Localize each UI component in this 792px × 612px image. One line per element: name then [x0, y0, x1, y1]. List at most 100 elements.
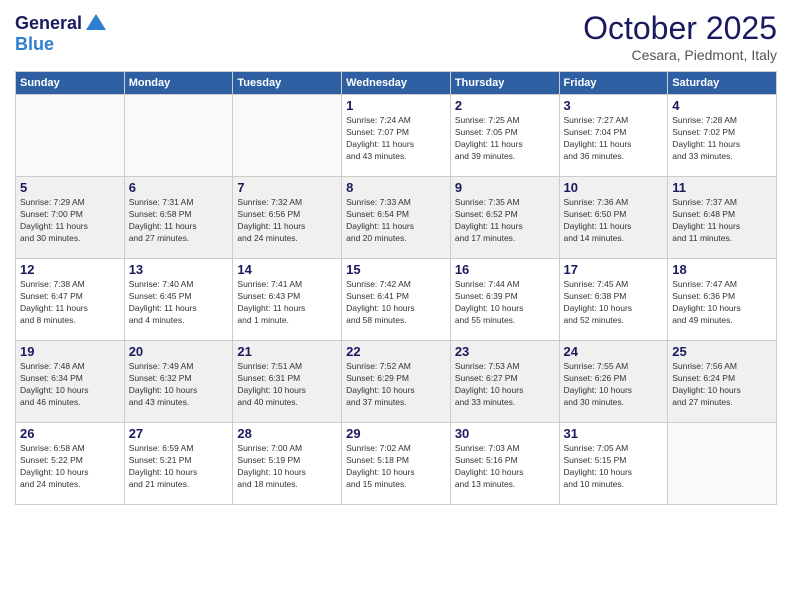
day-info: Sunrise: 7:45 AMSunset: 6:38 PMDaylight:… [564, 279, 664, 327]
day-number: 1 [346, 98, 446, 113]
calendar-header-row: Sunday Monday Tuesday Wednesday Thursday… [16, 72, 777, 95]
day-number: 12 [20, 262, 120, 277]
day-number: 7 [237, 180, 337, 195]
day-number: 2 [455, 98, 555, 113]
logo-text: General [15, 14, 82, 34]
calendar-table: Sunday Monday Tuesday Wednesday Thursday… [15, 71, 777, 505]
day-info: Sunrise: 7:44 AMSunset: 6:39 PMDaylight:… [455, 279, 555, 327]
day-number: 27 [129, 426, 229, 441]
day-info: Sunrise: 7:33 AMSunset: 6:54 PMDaylight:… [346, 197, 446, 245]
table-row: 15 Sunrise: 7:42 AMSunset: 6:41 PMDayligh… [342, 259, 451, 341]
table-row: 5Sunrise: 7:29 AMSunset: 7:00 PMDaylight… [16, 177, 125, 259]
table-row: 11 Sunrise: 7:37 AMSunset: 6:48 PMDayligh… [668, 177, 777, 259]
table-row: 17 Sunrise: 7:45 AMSunset: 6:38 PMDayligh… [559, 259, 668, 341]
table-row [233, 95, 342, 177]
day-number: 28 [237, 426, 337, 441]
day-info: Sunrise: 7:52 AMSunset: 6:29 PMDaylight:… [346, 361, 446, 409]
day-number: 10 [564, 180, 664, 195]
header-saturday: Saturday [668, 72, 777, 95]
day-number: 8 [346, 180, 446, 195]
calendar-week-row: 26 Sunrise: 6:58 AMSunset: 5:22 PMDayligh… [16, 423, 777, 505]
day-info: Sunrise: 7:31 AMSunset: 6:58 PMDaylight:… [129, 197, 229, 245]
table-row: 20Sunrise: 7:49 AMSunset: 6:32 PMDayligh… [124, 341, 233, 423]
table-row: 18Sunrise: 7:47 AMSunset: 6:36 PMDayligh… [668, 259, 777, 341]
day-number: 31 [564, 426, 664, 441]
header-friday: Friday [559, 72, 668, 95]
day-number: 5 [20, 180, 120, 195]
day-info: Sunrise: 7:37 AMSunset: 6:48 PMDaylight:… [672, 197, 772, 245]
day-info: Sunrise: 7:03 AMSunset: 5:16 PMDaylight:… [455, 443, 555, 491]
table-row: 10 Sunrise: 7:36 AMSunset: 6:50 PMDayligh… [559, 177, 668, 259]
day-number: 29 [346, 426, 446, 441]
header-wednesday: Wednesday [342, 72, 451, 95]
day-info: Sunrise: 7:47 AMSunset: 6:36 PMDaylight:… [672, 279, 772, 327]
table-row: 7Sunrise: 7:32 AMSunset: 6:56 PMDaylight… [233, 177, 342, 259]
table-row: 31 Sunrise: 7:05 AMSunset: 5:15 PMDayligh… [559, 423, 668, 505]
day-number: 17 [564, 262, 664, 277]
day-number: 11 [672, 180, 772, 195]
day-info: Sunrise: 7:56 AMSunset: 6:24 PMDaylight:… [672, 361, 772, 409]
logo-blue: Blue [15, 34, 54, 55]
header-thursday: Thursday [450, 72, 559, 95]
day-number: 16 [455, 262, 555, 277]
day-info: Sunrise: 7:24 AMSunset: 7:07 PMDaylight:… [346, 115, 446, 163]
logo: General Blue [15, 10, 110, 55]
day-number: 20 [129, 344, 229, 359]
table-row: 23Sunrise: 7:53 AMSunset: 6:27 PMDayligh… [450, 341, 559, 423]
day-number: 22 [346, 344, 446, 359]
day-info: Sunrise: 7:40 AMSunset: 6:45 PMDaylight:… [129, 279, 229, 327]
location-subtitle: Cesara, Piedmont, Italy [583, 47, 777, 63]
table-row: 16 Sunrise: 7:44 AMSunset: 6:39 PMDayligh… [450, 259, 559, 341]
day-info: Sunrise: 7:28 AMSunset: 7:02 PMDaylight:… [672, 115, 772, 163]
table-row: 1 Sunrise: 7:24 AMSunset: 7:07 PMDaylight… [342, 95, 451, 177]
table-row: 14Sunrise: 7:41 AMSunset: 6:43 PMDayligh… [233, 259, 342, 341]
table-row: 22 Sunrise: 7:52 AMSunset: 6:29 PMDayligh… [342, 341, 451, 423]
table-row: 12 Sunrise: 7:38 AMSunset: 6:47 PMDayligh… [16, 259, 125, 341]
day-info: Sunrise: 7:35 AMSunset: 6:52 PMDaylight:… [455, 197, 555, 245]
table-row: 19Sunrise: 7:48 AMSunset: 6:34 PMDayligh… [16, 341, 125, 423]
day-number: 19 [20, 344, 120, 359]
table-row: 13 Sunrise: 7:40 AMSunset: 6:45 PMDayligh… [124, 259, 233, 341]
day-info: Sunrise: 7:27 AMSunset: 7:04 PMDaylight:… [564, 115, 664, 163]
day-info: Sunrise: 6:59 AMSunset: 5:21 PMDaylight:… [129, 443, 229, 491]
table-row: 4 Sunrise: 7:28 AMSunset: 7:02 PMDaylight… [668, 95, 777, 177]
table-row: 24Sunrise: 7:55 AMSunset: 6:26 PMDayligh… [559, 341, 668, 423]
day-number: 9 [455, 180, 555, 195]
table-row: 8 Sunrise: 7:33 AMSunset: 6:54 PMDaylight… [342, 177, 451, 259]
table-row: 9 Sunrise: 7:35 AMSunset: 6:52 PMDaylight… [450, 177, 559, 259]
header: General Blue October 2025 Cesara, Piedmo… [15, 10, 777, 63]
day-number: 15 [346, 262, 446, 277]
table-row: 21 Sunrise: 7:51 AMSunset: 6:31 PMDayligh… [233, 341, 342, 423]
day-info: Sunrise: 7:25 AMSunset: 7:05 PMDaylight:… [455, 115, 555, 163]
header-tuesday: Tuesday [233, 72, 342, 95]
calendar-week-row: 19Sunrise: 7:48 AMSunset: 6:34 PMDayligh… [16, 341, 777, 423]
day-number: 6 [129, 180, 229, 195]
day-info: Sunrise: 7:42 AMSunset: 6:41 PMDaylight:… [346, 279, 446, 327]
day-number: 21 [237, 344, 337, 359]
day-number: 4 [672, 98, 772, 113]
table-row [16, 95, 125, 177]
table-row: 30 Sunrise: 7:03 AMSunset: 5:16 PMDayligh… [450, 423, 559, 505]
day-number: 13 [129, 262, 229, 277]
day-info: Sunrise: 7:51 AMSunset: 6:31 PMDaylight:… [237, 361, 337, 409]
table-row: 25 Sunrise: 7:56 AMSunset: 6:24 PMDayligh… [668, 341, 777, 423]
day-number: 25 [672, 344, 772, 359]
day-number: 26 [20, 426, 120, 441]
title-block: October 2025 Cesara, Piedmont, Italy [583, 10, 777, 63]
page-container: General Blue October 2025 Cesara, Piedmo… [0, 0, 792, 612]
day-info: Sunrise: 7:36 AMSunset: 6:50 PMDaylight:… [564, 197, 664, 245]
header-monday: Monday [124, 72, 233, 95]
day-info: Sunrise: 7:53 AMSunset: 6:27 PMDaylight:… [455, 361, 555, 409]
day-number: 30 [455, 426, 555, 441]
calendar-week-row: 12 Sunrise: 7:38 AMSunset: 6:47 PMDayligh… [16, 259, 777, 341]
table-row [668, 423, 777, 505]
day-info: Sunrise: 7:38 AMSunset: 6:47 PMDaylight:… [20, 279, 120, 327]
calendar-week-row: 5Sunrise: 7:29 AMSunset: 7:00 PMDaylight… [16, 177, 777, 259]
table-row: 3Sunrise: 7:27 AMSunset: 7:04 PMDaylight… [559, 95, 668, 177]
day-info: Sunrise: 6:58 AMSunset: 5:22 PMDaylight:… [20, 443, 120, 491]
day-info: Sunrise: 7:55 AMSunset: 6:26 PMDaylight:… [564, 361, 664, 409]
day-info: Sunrise: 7:00 AMSunset: 5:19 PMDaylight:… [237, 443, 337, 491]
day-info: Sunrise: 7:05 AMSunset: 5:15 PMDaylight:… [564, 443, 664, 491]
table-row: 28 Sunrise: 7:00 AMSunset: 5:19 PMDayligh… [233, 423, 342, 505]
day-info: Sunrise: 7:41 AMSunset: 6:43 PMDaylight:… [237, 279, 337, 327]
